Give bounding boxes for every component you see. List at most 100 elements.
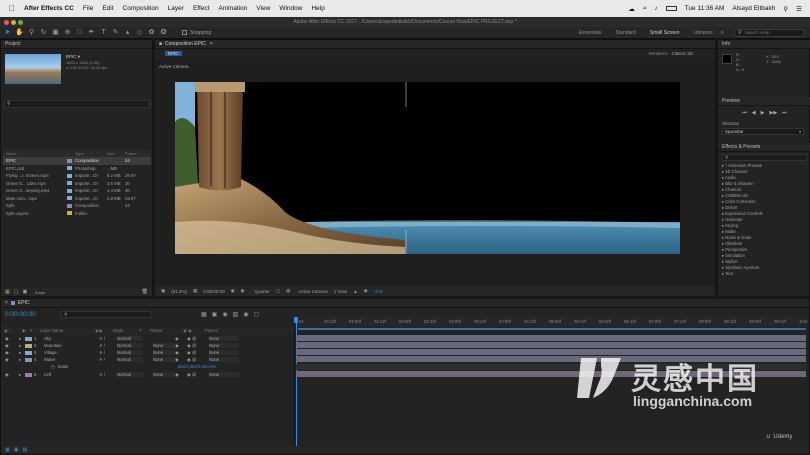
preserve-transparency-icon[interactable]: ◉ bbox=[175, 372, 187, 378]
project-item-row[interactable]: Green S... Lake.mp4 Importe...OI 3.5 MB 30 bbox=[3, 180, 151, 188]
zoom-window-button[interactable] bbox=[18, 19, 23, 25]
preserve-transparency-icon[interactable]: ◉ bbox=[175, 357, 187, 363]
layer-trkmat-dropdown[interactable]: None bbox=[153, 357, 175, 362]
project-item-label-color[interactable] bbox=[67, 166, 72, 171]
layer-trkmat-dropdown[interactable]: None bbox=[153, 350, 175, 355]
work-area-bar[interactable] bbox=[298, 328, 806, 330]
menu-animation[interactable]: Animation bbox=[218, 5, 247, 12]
layer-label-color[interactable] bbox=[25, 336, 32, 341]
menu-file[interactable]: File bbox=[83, 5, 93, 12]
layer-name[interactable]: Left bbox=[44, 372, 99, 377]
layer-bar-sky[interactable] bbox=[296, 335, 806, 341]
project-item-label-color[interactable] bbox=[67, 173, 72, 178]
layer-label-color[interactable] bbox=[25, 372, 32, 377]
parent-pick-whip-icon[interactable]: ◉ @ bbox=[187, 336, 209, 342]
project-search-input[interactable]: ⚲ bbox=[4, 100, 150, 108]
layer-trkmat-dropdown[interactable]: None bbox=[153, 372, 175, 377]
layer-name[interactable]: Mountain bbox=[44, 343, 99, 348]
layer-name[interactable]: Sky bbox=[44, 336, 99, 341]
layer-mode-dropdown[interactable]: Normal bbox=[117, 343, 143, 348]
layer-switches-icon[interactable]: ✳ / bbox=[99, 357, 117, 363]
workspace-essentials[interactable]: Essentials bbox=[579, 30, 602, 36]
last-frame-icon[interactable]: ⏭ bbox=[782, 110, 787, 116]
region-of-interest-icon[interactable]: ▢ bbox=[276, 288, 280, 294]
parent-pick-whip-icon[interactable]: ◉ @ bbox=[187, 350, 209, 356]
project-item-row[interactable]: Flying ...c Screen.mp4 Importe...OI 9.2 MB… bbox=[3, 172, 151, 180]
menu-layer[interactable]: Layer bbox=[168, 5, 184, 12]
previous-frame-icon[interactable]: ◀ bbox=[752, 110, 756, 116]
layer-row-left[interactable]: ◉ ▸ 5 Left ✳ / Normal None ◉ ◉ @ None bbox=[1, 371, 294, 378]
menu-view[interactable]: View bbox=[256, 5, 270, 12]
close-window-button[interactable] bbox=[4, 19, 9, 25]
layer-row-sky[interactable]: ◉ ▸ 1 Sky ✳ / Normal ◉ ◉ @ None bbox=[1, 335, 294, 342]
project-item-row[interactable]: Split Composition 24 bbox=[3, 202, 151, 210]
renderer-value[interactable]: Classic 3D bbox=[671, 51, 693, 56]
timeline-tab[interactable]: × EPIC bbox=[1, 299, 809, 308]
comp-mini-flowchart-icon[interactable]: ▦ bbox=[201, 311, 207, 318]
first-frame-icon[interactable]: ⏮ bbox=[742, 110, 747, 116]
preserve-transparency-icon[interactable]: ◉ bbox=[175, 343, 187, 349]
resolution-dropdown[interactable]: Quarter bbox=[254, 289, 269, 294]
selection-tool-icon[interactable]: ➤ bbox=[3, 28, 12, 37]
toggle-switches-icon[interactable]: ▦ bbox=[5, 447, 10, 453]
volume-icon[interactable]: ♪ bbox=[654, 5, 657, 12]
parent-pick-whip-icon[interactable]: ◉ @ bbox=[187, 343, 209, 349]
layer-mode-dropdown[interactable]: Normal bbox=[117, 336, 143, 341]
lock-icon[interactable]: ■ bbox=[159, 40, 162, 49]
rectangle-tool-icon[interactable]: □ bbox=[75, 28, 84, 37]
close-tab-icon[interactable]: × bbox=[5, 299, 8, 308]
snapshot-icon[interactable]: ◉ bbox=[231, 288, 235, 294]
timeline-search-input[interactable]: ⚲ bbox=[61, 311, 151, 318]
effects-presets-tab[interactable]: Effects & Presets bbox=[718, 143, 810, 152]
layer-row-water[interactable]: ◉ ▸ 4 Water ✳ / Normal None ◉ ◉ @ None bbox=[1, 356, 294, 363]
menu-window[interactable]: Window bbox=[279, 5, 302, 12]
menu-help[interactable]: Help bbox=[311, 5, 324, 12]
notification-icon[interactable]: ☰ bbox=[796, 5, 802, 13]
apple-icon[interactable]:  bbox=[9, 4, 15, 13]
type-tool-icon[interactable]: T bbox=[99, 28, 108, 37]
project-item-row[interactable]: EPIC Composition 24 bbox=[3, 157, 151, 165]
graph-editor-icon[interactable]: ▢ bbox=[254, 311, 260, 318]
interpret-footage-icon[interactable]: ▦ bbox=[5, 289, 10, 295]
play-icon[interactable]: ▶ bbox=[761, 110, 765, 116]
col-name[interactable]: Name bbox=[3, 151, 67, 156]
transparency-grid-icon[interactable]: ▧ bbox=[286, 288, 290, 294]
current-time-display[interactable]: 0:00:00:00 bbox=[203, 289, 224, 294]
parent-pick-whip-icon[interactable]: ◉ @ bbox=[187, 372, 209, 378]
project-item-label-color[interactable] bbox=[67, 188, 72, 193]
puppet-tool-icon[interactable]: ✪ bbox=[159, 28, 168, 37]
safe-zones-icon[interactable]: ▦ bbox=[193, 288, 197, 294]
snapping-checkbox[interactable] bbox=[182, 30, 187, 35]
preserve-transparency-icon[interactable]: ◉ bbox=[175, 336, 187, 342]
layer-trkmat-dropdown[interactable]: None bbox=[153, 343, 175, 348]
pan-behind-tool-icon[interactable]: ⊕ bbox=[63, 28, 72, 37]
next-frame-icon[interactable]: ▶▶ bbox=[770, 110, 778, 116]
exposure-value[interactable]: +0.0 bbox=[374, 289, 383, 294]
project-item-label-color[interactable] bbox=[67, 196, 72, 201]
layer-switches-icon[interactable]: ✳ / bbox=[99, 343, 117, 349]
search-help-field[interactable]: ⚲ Search Help bbox=[734, 28, 804, 37]
zoom-tool-icon[interactable]: ⚲ bbox=[27, 28, 36, 37]
menu-composition[interactable]: Composition bbox=[123, 5, 159, 12]
visibility-eye-icon[interactable]: ◉ bbox=[5, 350, 19, 356]
camera-tool-icon[interactable]: ▣ bbox=[51, 28, 60, 37]
shortcut-dropdown[interactable]: Spacebar ▾ bbox=[722, 128, 804, 135]
visibility-eye-icon[interactable]: ◉ bbox=[5, 372, 19, 378]
motion-blur-icon[interactable]: ◉ bbox=[243, 311, 248, 318]
project-item-label-color[interactable] bbox=[67, 211, 72, 216]
workspace-libraries[interactable]: Libraries bbox=[693, 30, 712, 36]
hand-tool-icon[interactable]: ✋ bbox=[15, 28, 24, 37]
comp-breadcrumb[interactable]: EPIC bbox=[165, 51, 182, 56]
spotlight-icon[interactable]: ⚲ bbox=[783, 5, 788, 13]
composition-tab[interactable]: ■ Composition EPIC × bbox=[155, 40, 715, 49]
clone-stamp-tool-icon[interactable]: ▴ bbox=[123, 28, 132, 37]
viewer-area[interactable]: Active Camera bbox=[155, 59, 715, 287]
composition-canvas[interactable] bbox=[175, 82, 680, 254]
info-tab[interactable]: Info bbox=[718, 40, 810, 49]
preview-tab[interactable]: Preview bbox=[718, 97, 810, 106]
visibility-eye-icon[interactable]: ◉ bbox=[5, 336, 19, 342]
project-item-label-color[interactable] bbox=[67, 181, 72, 186]
layer-label-color[interactable] bbox=[25, 343, 32, 348]
always-preview-icon[interactable]: ▣ bbox=[161, 288, 165, 294]
layer-label-color[interactable] bbox=[25, 357, 32, 362]
